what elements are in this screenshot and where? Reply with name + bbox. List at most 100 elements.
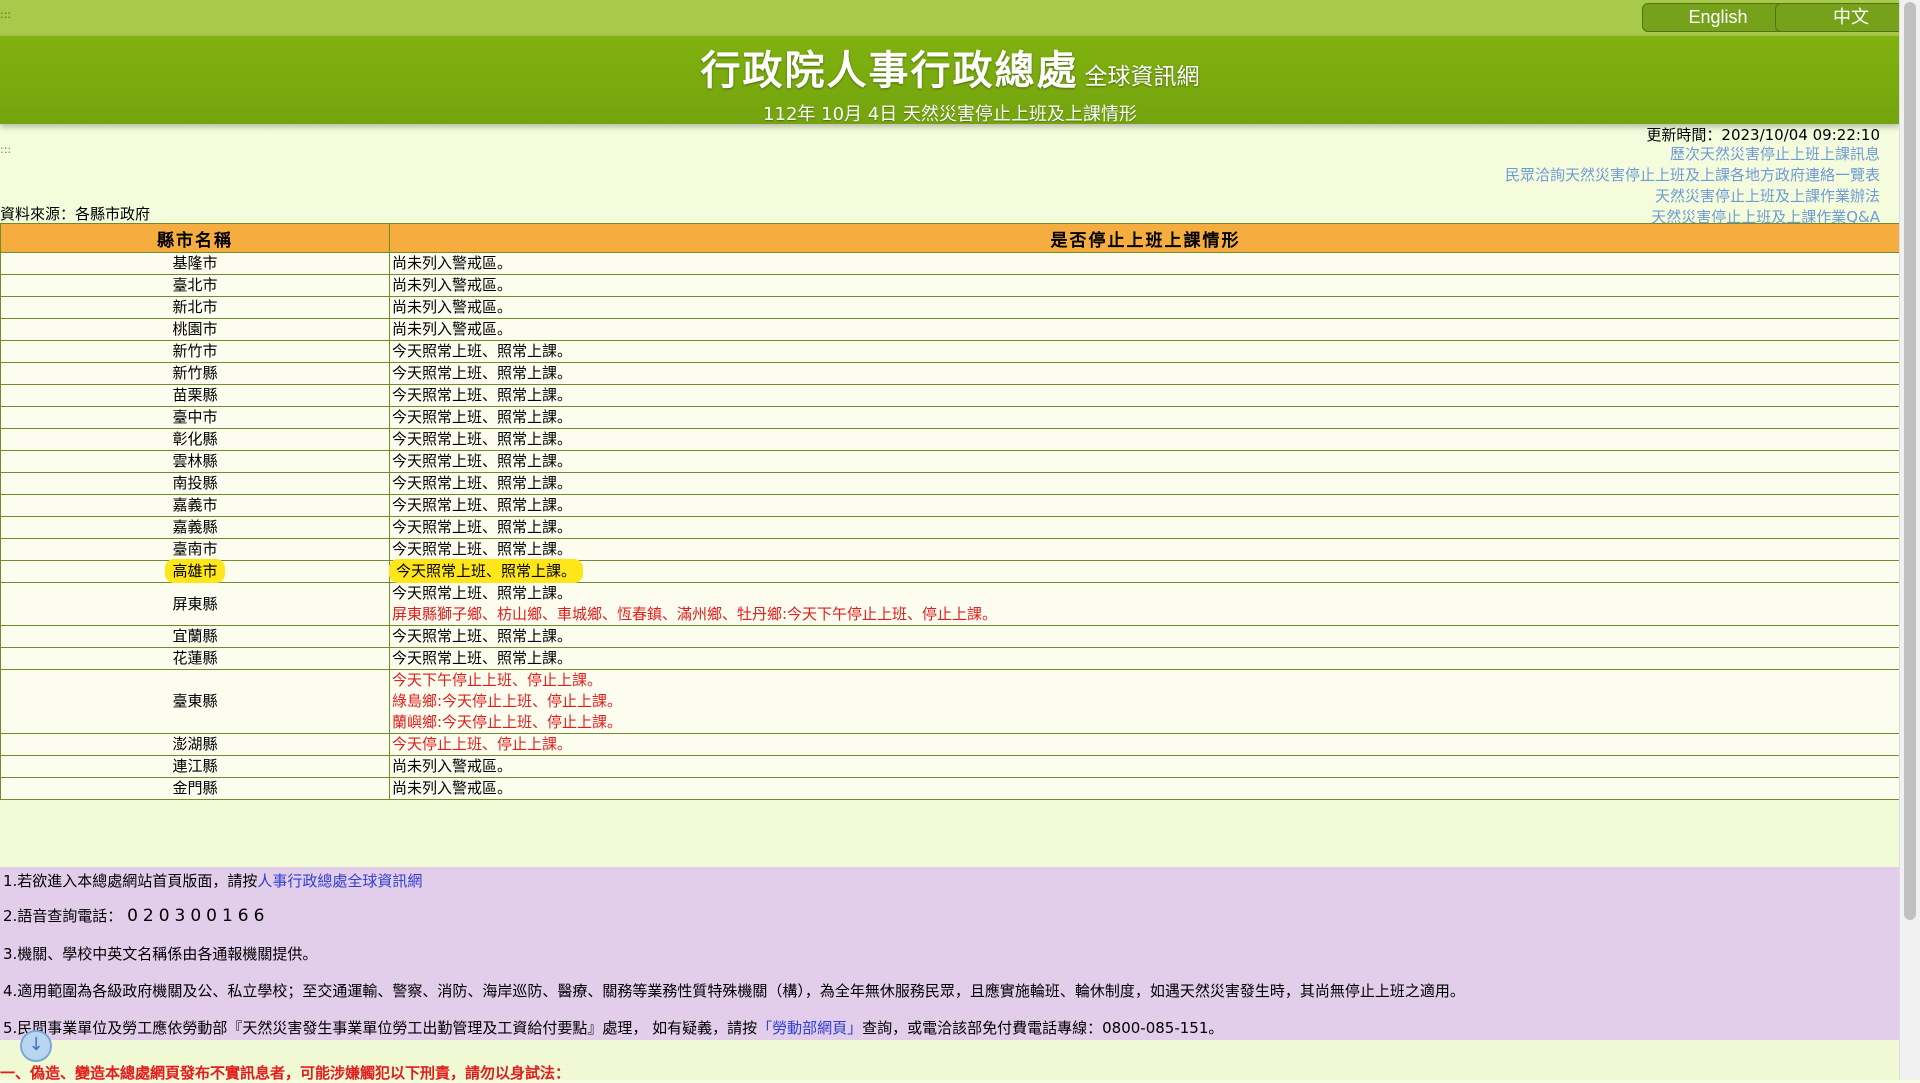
status-text: 蘭嶼鄉:今天停止上班、停止上課。 xyxy=(392,712,1899,733)
status-line: 今天照常上班、照常上課。 xyxy=(392,430,573,448)
status-text: 今天照常上班、照常上課。 xyxy=(392,341,1899,362)
table-row: 基隆市 尚未列入警戒區。 xyxy=(0,252,1902,275)
status-cell: 今天停止上班、停止上課。 xyxy=(389,733,1902,756)
status-cell: 今天下午停止上班、停止上課。 綠島鄉:今天停止上班、停止上課。 蘭嶼鄉:今天停止上班… xyxy=(389,669,1902,734)
link-mol[interactable]: 「勞動部網頁」 xyxy=(757,1019,862,1037)
note-1: 1.若欲進入本總處網站首頁版面，請按人事行政總處全球資訊網 xyxy=(3,870,422,891)
site-title-main: 行政院人事行政總處 xyxy=(700,48,1079,94)
status-line: 尚未列入警戒區。 xyxy=(392,276,513,294)
status-text: 今天下午停止上班、停止上課。 xyxy=(392,670,1899,691)
status-text: 今天照常上班、照常上課。 xyxy=(392,561,1899,582)
city-name-cell: 南投縣 xyxy=(0,472,390,495)
status-cell: 尚未列入警戒區。 xyxy=(389,318,1902,341)
update-time: 更新時間：2023/10/04 09:22:10 xyxy=(1646,126,1880,144)
status-line: 今天照常上班、照常上課。 xyxy=(392,386,573,404)
city-name-cell: 金門縣 xyxy=(0,777,390,800)
note-2-text: 2.語音查詢電話： xyxy=(3,907,123,925)
table-header-row: 縣市名稱 是否停止上班上課情形 xyxy=(0,223,1902,253)
table-row: 屏東縣 今天照常上班、照常上課。 屏東縣獅子鄉、枋山鄉、車城鄉、恆春鎮、滿州鄉、牡丹… xyxy=(0,582,1902,626)
link-homepage[interactable]: 人事行政總處全球資訊網 xyxy=(257,872,422,890)
city-name-cell: 花蓮縣 xyxy=(0,647,390,670)
status-line: 尚未列入警戒區。 xyxy=(392,320,513,338)
status-text: 今天照常上班、照常上課。 xyxy=(392,495,1899,516)
status-text: 屏東縣獅子鄉、枋山鄉、車城鄉、恆春鎮、滿州鄉、牡丹鄉:今天下午停止上班、停止上課… xyxy=(392,604,1899,625)
status-cell: 今天照常上班、照常上課。 xyxy=(389,538,1902,561)
table-row: 臺東縣 今天下午停止上班、停止上課。 綠島鄉:今天停止上班、停止上課。 蘭嶼鄉:今天停… xyxy=(0,669,1902,734)
status-text: 今天照常上班、照常上課。 xyxy=(392,451,1899,472)
city-name-cell: 嘉義縣 xyxy=(0,516,390,539)
status-text: 今天照常上班、照常上課。 xyxy=(392,385,1899,406)
city-name-cell: 臺南市 xyxy=(0,538,390,561)
site-subtitle: 全球資訊網 xyxy=(1084,64,1200,90)
city-name-cell: 嘉義市 xyxy=(0,494,390,517)
city-name: 連江縣 xyxy=(172,757,218,775)
status-cell: 今天照常上班、照常上課。 xyxy=(389,472,1902,495)
status-cell: 今天照常上班、照常上課。 xyxy=(389,560,1902,583)
table-row: 苗栗縣 今天照常上班、照常上課。 xyxy=(0,384,1902,407)
english-button[interactable]: English xyxy=(1642,3,1794,32)
side-links: 歷次天然災害停止上班上課訊息 民眾洽詢天然災害停止上班及上課各地方政府連絡一覽表… xyxy=(1505,144,1880,228)
accesskey-center[interactable]: ::: xyxy=(0,143,11,156)
status-cell: 尚未列入警戒區。 xyxy=(389,274,1902,297)
city-name: 新竹市 xyxy=(172,342,218,360)
scroll-down-icon[interactable]: ↓ xyxy=(20,1030,52,1062)
status-text: 尚未列入警戒區。 xyxy=(392,253,1899,274)
status-line: 尚未列入警戒區。 xyxy=(392,298,513,316)
status-text: 今天照常上班、照常上課。 xyxy=(392,539,1899,560)
city-name-cell: 臺東縣 xyxy=(0,669,390,734)
city-name-cell: 屏東縣 xyxy=(0,582,390,626)
city-name-cell: 基隆市 xyxy=(0,252,390,275)
city-name-cell: 新竹縣 xyxy=(0,362,390,385)
status-text: 今天照常上班、照常上課。 xyxy=(392,363,1899,384)
city-name: 苗栗縣 xyxy=(172,386,218,404)
status-line: 今天照常上班、照常上課。 xyxy=(392,562,581,580)
city-name: 臺東縣 xyxy=(172,692,218,710)
status-line: 蘭嶼鄉:今天停止上班、停止上課。 xyxy=(392,713,623,731)
status-line: 今天照常上班、照常上課。 xyxy=(392,408,573,426)
status-cell: 尚未列入警戒區。 xyxy=(389,755,1902,778)
table-row: 高雄市 今天照常上班、照常上課。 xyxy=(0,560,1902,583)
city-name-cell: 苗栗縣 xyxy=(0,384,390,407)
note-2: 2.語音查詢電話： 020300166 xyxy=(3,905,269,926)
status-line: 綠島鄉:今天停止上班、停止上課。 xyxy=(392,692,623,710)
status-line: 今天照常上班、照常上課。 xyxy=(392,518,573,536)
status-line: 尚未列入警戒區。 xyxy=(392,757,513,775)
city-name-cell: 雲林縣 xyxy=(0,450,390,473)
city-name-cell: 宜蘭縣 xyxy=(0,625,390,648)
status-line: 今天照常上班、照常上課。 xyxy=(392,364,573,382)
table-row: 臺南市 今天照常上班、照常上課。 xyxy=(0,538,1902,561)
city-name-cell: 臺中市 xyxy=(0,406,390,429)
table-row: 新竹市 今天照常上班、照常上課。 xyxy=(0,340,1902,363)
city-name: 宜蘭縣 xyxy=(172,627,218,645)
status-table: 縣市名稱 是否停止上班上課情形 基隆市 尚未列入警戒區。 臺北市 尚未列入警戒區。 新北… xyxy=(0,223,1902,800)
table-row: 彰化縣 今天照常上班、照常上課。 xyxy=(0,428,1902,451)
city-name: 基隆市 xyxy=(172,254,218,272)
city-name: 彰化縣 xyxy=(172,430,218,448)
status-text: 尚未列入警戒區。 xyxy=(392,297,1899,318)
status-text: 尚未列入警戒區。 xyxy=(392,756,1899,777)
link-contact-list[interactable]: 民眾洽詢天然災害停止上班及上課各地方政府連絡一覽表 xyxy=(1505,165,1880,186)
city-name: 澎湖縣 xyxy=(172,735,218,753)
city-name-cell: 彰化縣 xyxy=(0,428,390,451)
status-line: 屏東縣獅子鄉、枋山鄉、車城鄉、恆春鎮、滿州鄉、牡丹鄉:今天下午停止上班、停止上課… xyxy=(392,605,998,623)
city-name: 臺北市 xyxy=(172,276,218,294)
city-name-cell: 新竹市 xyxy=(0,340,390,363)
header-banner: 行政院人事行政總處 全球資訊網 112年 10月 4日 天然災害停止上班及上課情形 xyxy=(0,36,1900,125)
status-line: 今天停止上班、停止上課。 xyxy=(392,735,573,753)
status-text: 尚未列入警戒區。 xyxy=(392,778,1899,799)
accesskey-top[interactable]: ::: xyxy=(0,8,11,21)
vertical-scrollbar[interactable] xyxy=(1899,0,1920,1080)
link-regulations[interactable]: 天然災害停止上班及上課作業辦法 xyxy=(1505,186,1880,207)
status-line: 今天照常上班、照常上課。 xyxy=(392,474,573,492)
scrollbar-thumb[interactable] xyxy=(1904,2,1916,920)
city-name: 屏東縣 xyxy=(172,594,218,613)
link-history[interactable]: 歷次天然災害停止上班上課訊息 xyxy=(1505,144,1880,165)
status-line: 尚未列入警戒區。 xyxy=(392,254,513,272)
city-name: 臺南市 xyxy=(172,540,218,558)
header-city: 縣市名稱 xyxy=(0,223,390,253)
status-line: 尚未列入警戒區。 xyxy=(392,779,513,797)
notes-panel: 1.若欲進入本總處網站首頁版面，請按人事行政總處全球資訊網 2.語音查詢電話： … xyxy=(0,867,1900,1040)
status-cell: 尚未列入警戒區。 xyxy=(389,252,1902,275)
status-text: 綠島鄉:今天停止上班、停止上課。 xyxy=(392,691,1899,712)
status-text: 今天照常上班、照常上課。 xyxy=(392,429,1899,450)
